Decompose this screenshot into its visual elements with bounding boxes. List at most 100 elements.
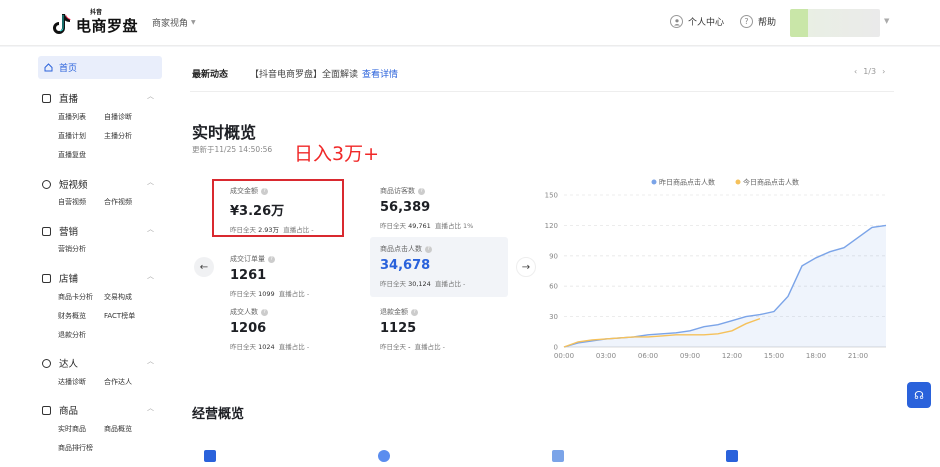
x-tick-label: 12:00 [722, 352, 742, 360]
sidebar-section-short-video[interactable]: 短视频 ︿ [42, 177, 154, 191]
chevron-up-icon: ︿ [147, 178, 154, 186]
sidebar-item-home-label: 首页 [59, 64, 78, 74]
sidebar-item-product-overview[interactable]: 商品概览 [104, 424, 132, 434]
metric-sub: 昨日全天 1099 直播占比 - [230, 290, 310, 298]
customer-service-button[interactable]: ☊ [907, 382, 931, 408]
realtime-title: 实时概览 [192, 123, 257, 142]
app-logo[interactable]: 抖音 电商罗盘 [50, 9, 139, 36]
x-tick-label: 06:00 [638, 352, 658, 360]
sidebar: 首页 直播 ︿ 直播列表 自播诊断 直播计划 主播分析 直播复盘 短视频 ︿ 自… [0, 47, 174, 467]
sidebar-item-live-plan[interactable]: 直播计划 [58, 131, 86, 141]
metric-label: 商品访客数 [380, 187, 415, 195]
highlight-box [212, 179, 344, 237]
sidebar-section-influencer[interactable]: 达人 ︿ [42, 356, 154, 370]
badge-icon [552, 450, 564, 462]
metric-value: 1125 [380, 321, 417, 336]
sidebar-item-product-card-analysis[interactable]: 商品卡分析 [58, 292, 93, 302]
legend-dot [735, 179, 741, 185]
sidebar-section-live[interactable]: 直播 ︿ [42, 91, 154, 105]
help-icon: ? [740, 15, 753, 28]
metric-product-clicks[interactable]: 商品点击人数? 34,678 昨日全天 30,124 直播占比 - [370, 237, 508, 297]
x-tick-label: 18:00 [806, 352, 826, 360]
pager-count: 1/3 [863, 67, 877, 76]
x-tick-label: 21:00 [848, 352, 868, 360]
metric-product-visitors[interactable]: 商品访客数? 56,389 昨日全天 49,761 直播占比 1% [364, 179, 494, 241]
logo-title: 电商罗盘 [76, 17, 139, 35]
info-icon[interactable]: ? [425, 245, 432, 253]
sidebar-item-anchor-analysis[interactable]: 主播分析 [104, 131, 132, 141]
pager-next-icon[interactable]: › [882, 67, 885, 76]
personal-center-link[interactable]: 个人中心 [670, 15, 724, 28]
info-icon[interactable]: ? [261, 308, 268, 316]
sidebar-item-self-live-diagnosis[interactable]: 自播诊断 [104, 112, 132, 122]
user-icon [670, 15, 683, 28]
sidebar-item-live-list[interactable]: 直播列表 [58, 112, 86, 122]
metric-label: 退款金额 [380, 308, 408, 316]
home-icon [44, 63, 53, 72]
metric-sub: 昨日全天 1024 直播占比 - [230, 343, 310, 351]
help-label: 帮助 [758, 18, 777, 28]
metric-buyers[interactable]: 成交人数? 1206 昨日全天 1024 直播占比 - [214, 300, 344, 362]
video-icon [42, 179, 51, 189]
legend-label: 今日商品点击人数 [743, 178, 799, 187]
sidebar-item-trade-composition[interactable]: 交易构成 [104, 292, 132, 302]
sidebar-item-fact-ranking[interactable]: FACT榜单 [104, 311, 135, 321]
metrics-prev-button[interactable]: ← [194, 257, 214, 277]
clicks-line-chart: 0 30 60 90 120 150 00:00 03:00 06:00 09:00 12:00 15… [545, 178, 887, 360]
sidebar-section-label: 商品 [59, 406, 79, 417]
sidebar-item-realtime-products[interactable]: 实时商品 [58, 424, 86, 434]
sidebar-item-home[interactable]: 首页 [38, 56, 162, 79]
sidebar-item-live-review[interactable]: 直播复盘 [58, 150, 86, 160]
sidebar-item-coop-video[interactable]: 合作视频 [104, 197, 132, 207]
news-title: 最新动态 [192, 70, 229, 80]
sidebar-section-store[interactable]: 店铺 ︿ [42, 271, 154, 285]
metric-sub: 昨日全天 30,124 直播占比 - [380, 280, 466, 288]
info-icon[interactable]: ? [268, 255, 275, 263]
legend-dot [651, 179, 657, 185]
chevron-up-icon: ︿ [147, 404, 154, 412]
product-icon [42, 405, 51, 415]
metric-value: 56,389 [380, 200, 431, 215]
arrow-left-icon: ← [199, 261, 209, 273]
chevron-up-icon: ︿ [147, 357, 154, 365]
sidebar-item-coop-influencer[interactable]: 合作达人 [104, 377, 132, 387]
y-tick-label: 60 [549, 283, 558, 291]
sidebar-item-refund-analysis[interactable]: 退款分析 [58, 330, 86, 340]
news-pager: ‹ 1/3 › [854, 67, 885, 76]
person-icon [42, 358, 51, 368]
y-tick-label: 150 [545, 192, 558, 200]
headset-icon: ☊ [914, 388, 924, 402]
metric-refund[interactable]: 退款金额? 1125 昨日全天 - 直播占比 - [364, 300, 494, 362]
top-header: 抖音 电商罗盘 商家视角 ▼ 个人中心 ? 帮助 ▼ [0, 0, 940, 46]
info-icon[interactable]: ? [411, 308, 418, 316]
metric-sub: 昨日全天 49,761 直播占比 1% [380, 222, 474, 230]
info-icon[interactable]: ? [418, 187, 425, 195]
account-caret-icon[interactable]: ▼ [884, 17, 889, 25]
truck-icon [726, 450, 738, 462]
sidebar-section-products[interactable]: 商品 ︿ [42, 403, 154, 417]
news-detail-link[interactable]: 查看详情 [362, 70, 398, 80]
metric-label: 成交人数 [230, 308, 258, 316]
x-tick-label: 15:00 [764, 352, 784, 360]
x-tick-label: 00:00 [554, 352, 574, 360]
sidebar-item-marketing-analysis[interactable]: 营销分析 [58, 244, 86, 254]
realtime-updated: 更新于11/25 14:50:56 [192, 145, 273, 154]
logo-small-text: 抖音 [90, 9, 103, 16]
pager-prev-icon[interactable]: ‹ [854, 67, 857, 76]
sidebar-item-product-ranking[interactable]: 商品排行榜 [58, 443, 93, 453]
help-link[interactable]: ? 帮助 [740, 15, 776, 28]
metrics-next-button[interactable]: → [516, 257, 536, 277]
sidebar-section-label: 达人 [59, 359, 79, 370]
sidebar-item-own-video[interactable]: 自营视频 [58, 197, 86, 207]
sidebar-section-marketing[interactable]: 营销 ︿ [42, 224, 154, 238]
metric-label: 成交订单量 [230, 255, 265, 263]
view-switch-dropdown[interactable]: 商家视角 ▼ [152, 16, 196, 29]
account-avatar[interactable] [790, 9, 880, 37]
metric-value: 1206 [230, 321, 267, 336]
megaphone-icon [42, 226, 51, 236]
sidebar-item-finance-overview[interactable]: 财务概览 [58, 311, 86, 321]
sidebar-item-influencer-diagnosis[interactable]: 达播诊断 [58, 377, 86, 387]
news-bar: 最新动态 【抖音电商罗盘】全面解读 查看详情 [192, 67, 398, 80]
sidebar-section-label: 短视频 [59, 180, 88, 191]
metric-value: 34,678 [380, 258, 431, 273]
